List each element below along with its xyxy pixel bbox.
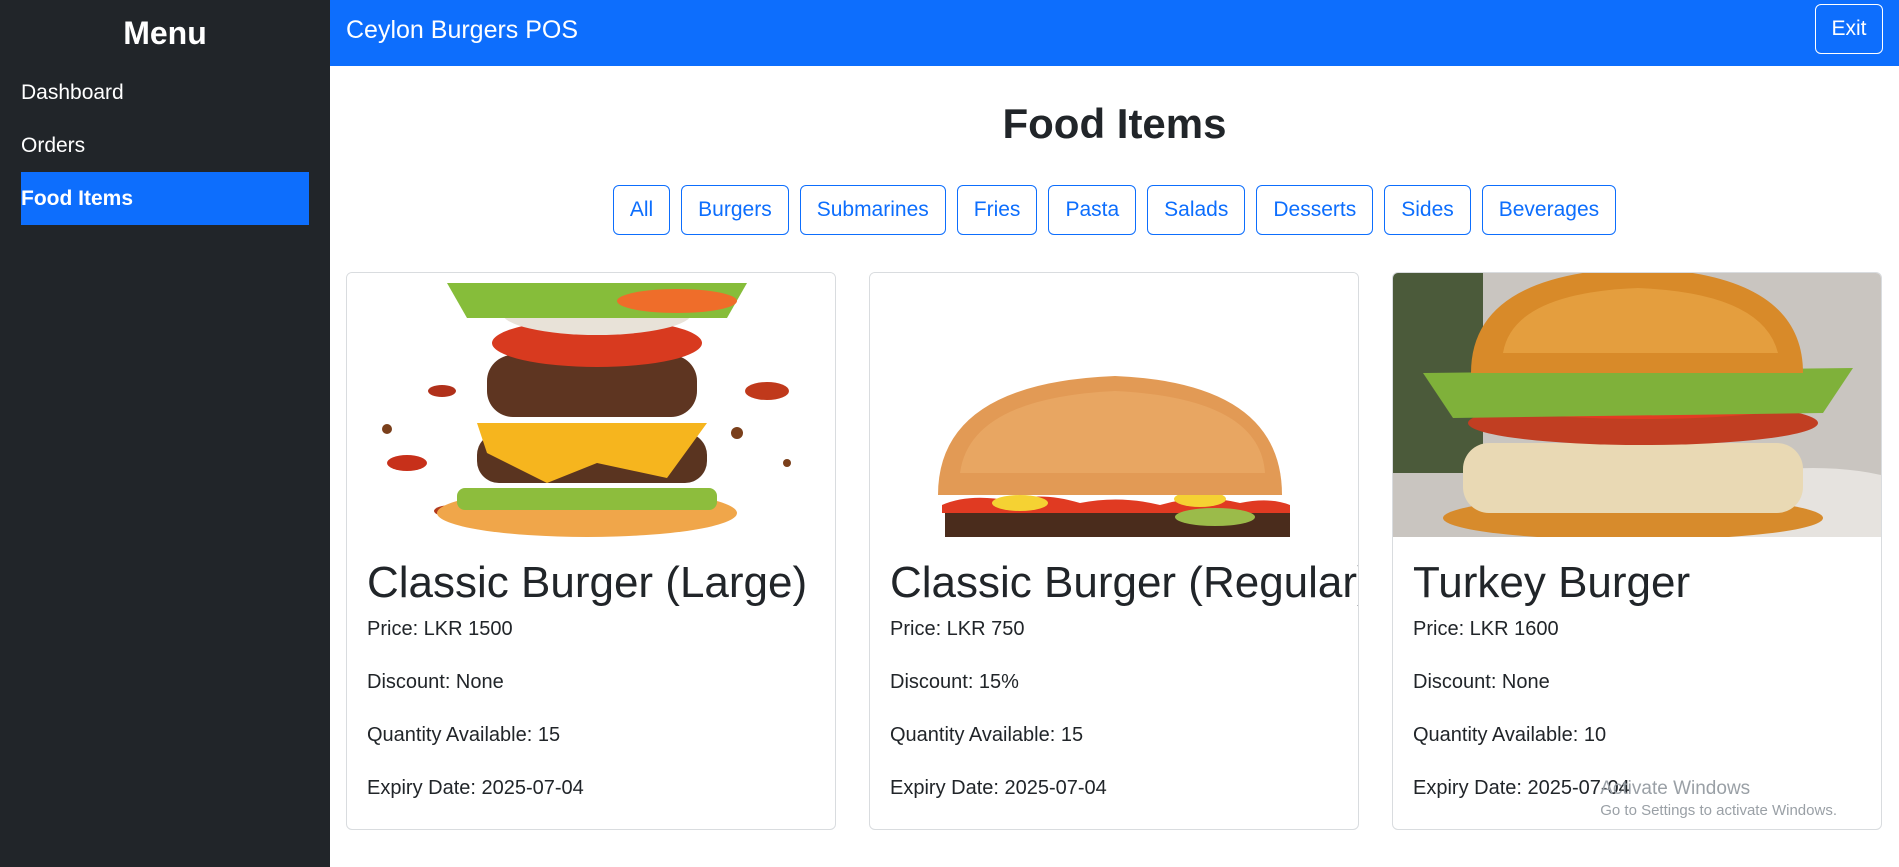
watermark-title: Activate Windows (1600, 778, 1751, 799)
sidebar-item-orders[interactable]: Orders (21, 119, 309, 172)
filter-desserts-button[interactable]: Desserts (1256, 185, 1374, 235)
food-item-price: Price: LKR 1500 (367, 618, 513, 640)
sidebar: Menu Dashboard Orders Food Items (0, 0, 330, 867)
sidebar-item-dashboard[interactable]: Dashboard (21, 66, 309, 119)
food-item-expiry: Expiry Date: 2025-07-04 (367, 777, 584, 799)
food-item-quantity: Quantity Available: 15 (890, 724, 1084, 746)
filter-submarines-button[interactable]: Submarines (799, 185, 946, 235)
food-item-discount: Discount: None (367, 671, 504, 693)
food-item-card[interactable]: Classic Burger (Regular) Price: LKR 750 … (869, 272, 1359, 830)
app-brand[interactable]: Ceylon Burgers POS (346, 0, 578, 60)
filter-burgers-button[interactable]: Burgers (681, 185, 789, 235)
sidebar-title: Menu (123, 15, 207, 51)
food-item-quantity: Quantity Available: 15 (367, 724, 561, 746)
food-item-image (870, 273, 1358, 537)
food-item-grid: Classic Burger (Large) Price: LKR 1500 D… (346, 272, 1882, 830)
filter-pasta-button[interactable]: Pasta (1048, 185, 1137, 235)
food-item-card[interactable]: Turkey Burger Price: LKR 1600 Discount: … (1392, 272, 1882, 830)
food-item-price: Price: LKR 1600 (1413, 618, 1559, 640)
food-item-name: Classic Burger (Large) (367, 558, 808, 607)
filter-all-button[interactable]: All (612, 185, 671, 235)
sidebar-item-food-items[interactable]: Food Items (21, 172, 309, 225)
filter-salads-button[interactable]: Salads (1147, 185, 1246, 235)
food-item-image (347, 273, 835, 537)
food-item-name: Classic Burger (Regular) (890, 558, 1359, 607)
watermark-subtitle: Go to Settings to activate Windows. (1600, 802, 1837, 819)
exit-button[interactable]: Exit (1815, 4, 1883, 54)
filter-sides-button[interactable]: Sides (1384, 185, 1471, 235)
filter-beverages-button[interactable]: Beverages (1481, 185, 1617, 235)
food-item-image (1393, 273, 1881, 537)
page-title: Food Items (1002, 100, 1227, 147)
filter-fries-button[interactable]: Fries (956, 185, 1038, 235)
food-item-discount: Discount: None (1413, 671, 1550, 693)
top-navbar: Ceylon Burgers POS Exit (330, 0, 1899, 66)
food-item-price: Price: LKR 750 (890, 618, 1025, 640)
food-item-quantity: Quantity Available: 10 (1413, 724, 1607, 746)
food-item-name: Turkey Burger (1413, 558, 1691, 607)
food-item-expiry: Expiry Date: 2025-07-04 (890, 777, 1107, 799)
activate-windows-watermark: Activate Windows Go to Settings to activ… (1600, 778, 1837, 822)
category-filters: All Burgers Submarines Fries Pasta Salad… (330, 185, 1899, 235)
food-item-discount: Discount: 15% (890, 671, 1019, 693)
main-content: Food Items All Burgers Submarines Fries … (330, 66, 1899, 867)
food-item-card[interactable]: Classic Burger (Large) Price: LKR 1500 D… (346, 272, 836, 830)
